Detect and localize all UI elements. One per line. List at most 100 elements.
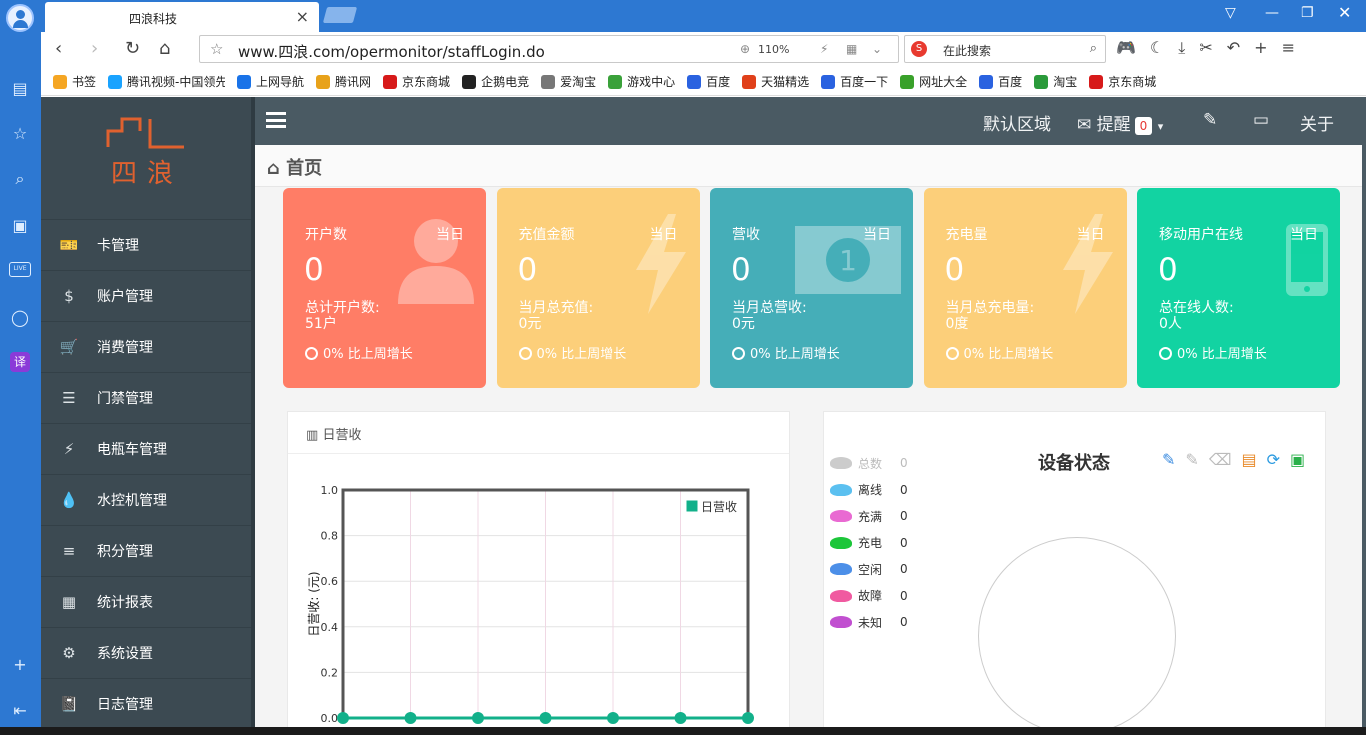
sidebar-item[interactable]: 💧 水控机管理: [41, 474, 255, 525]
sidebar-item-label: 账户管理: [97, 289, 153, 305]
search-engine-icon[interactable]: S: [911, 41, 927, 57]
data-view-icon[interactable]: ▤: [1241, 450, 1256, 469]
add-icon[interactable]: +: [8, 652, 32, 676]
bookmark-label: 网址大全: [919, 75, 968, 89]
legend-item[interactable]: 充电 0: [830, 530, 908, 557]
hamburger-menu-icon[interactable]: [266, 112, 286, 128]
new-tab-button[interactable]: [322, 7, 358, 23]
legend-item[interactable]: 空闲 0: [830, 556, 908, 583]
region-selector[interactable]: 默认区域: [983, 110, 1051, 135]
envelope-icon: ✉: [1077, 115, 1092, 135]
scissors-icon[interactable]: ✂: [1199, 38, 1212, 62]
bookmark-item[interactable]: 游戏中心: [608, 73, 675, 90]
home-icon[interactable]: ⌂: [159, 38, 170, 59]
stat-card[interactable]: 充电量 当日 0 当月总充电量: 0度 0% 比上周增长: [923, 188, 1127, 388]
bookmark-item[interactable]: 百度: [687, 73, 730, 90]
sidebar-item[interactable]: 📓 日志管理: [41, 678, 255, 729]
bookmark-item[interactable]: 京东商城: [383, 73, 450, 90]
bookmark-item[interactable]: 百度: [979, 73, 1022, 90]
bookmark-item[interactable]: 京东商城: [1089, 73, 1156, 90]
translate-icon[interactable]: 译: [10, 352, 30, 372]
news-icon[interactable]: ▤: [8, 76, 32, 100]
qr-icon[interactable]: ▦: [846, 42, 857, 56]
download-icon[interactable]: ⤓: [1178, 38, 1185, 62]
video-icon[interactable]: ▣: [8, 213, 32, 237]
search-icon[interactable]: ⌕: [1090, 41, 1097, 56]
night-mode-icon[interactable]: ☾: [1150, 38, 1164, 62]
legend-label: 空闲: [858, 562, 883, 577]
bookmark-item[interactable]: 企鹅电竞: [462, 73, 529, 90]
refresh-icon[interactable]: ⟳: [1267, 450, 1280, 469]
stat-card[interactable]: 开户数 当日 0 总计开户数: 51户 0% 比上周增长: [283, 188, 486, 388]
undo-icon[interactable]: ↶: [1227, 38, 1240, 62]
live-icon[interactable]: LIVE: [9, 262, 31, 277]
page-scrollbar[interactable]: [1362, 97, 1366, 735]
sidebar-item[interactable]: ☰ 门禁管理: [41, 372, 255, 423]
legend-item[interactable]: 未知 0: [830, 609, 908, 636]
zoom-icon[interactable]: ⊕: [740, 42, 750, 56]
game-icon[interactable]: 🎮: [1116, 38, 1136, 62]
bookmark-item[interactable]: 爱淘宝: [541, 73, 596, 90]
bookmark-item[interactable]: 腾讯网: [316, 73, 371, 90]
sidebar-item[interactable]: ⚙ 系统设置: [41, 627, 255, 678]
sidebar-item[interactable]: $ 账户管理: [41, 270, 255, 321]
about-link[interactable]: 关于: [1300, 110, 1334, 135]
reload-icon[interactable]: ↻: [125, 38, 140, 59]
sidebar-scrollbar[interactable]: [251, 97, 255, 735]
zoom-level[interactable]: 110%: [758, 43, 789, 56]
search-icon[interactable]: ⌕: [8, 167, 32, 191]
sidebar-item[interactable]: ⚡ 电瓶车管理: [41, 423, 255, 474]
sidebar-item[interactable]: ▦ 统计报表: [41, 576, 255, 627]
sidebar-item-label: 消费管理: [97, 340, 153, 356]
bookmark-item[interactable]: 百度一下: [821, 73, 888, 90]
search-box[interactable]: S 在此搜索 ⌕: [904, 35, 1106, 63]
menu-icon[interactable]: ≡: [1282, 38, 1295, 62]
stat-card[interactable]: 移动用户在线 当日 0 总在线人数: 0人 0% 比上周增长: [1137, 188, 1340, 388]
plus-icon[interactable]: +: [1254, 38, 1267, 62]
stat-card[interactable]: 1 营收 当日 0 当月总营收: 0元 0% 比上周增长: [710, 188, 913, 388]
collapse-icon[interactable]: ⇤: [8, 698, 32, 722]
user-avatar-icon[interactable]: [6, 4, 34, 32]
back-icon[interactable]: ‹: [55, 38, 62, 59]
bookmark-item[interactable]: 书签: [53, 73, 96, 90]
sidebar-item[interactable]: 🛒 消费管理: [41, 321, 255, 372]
legend-item[interactable]: 离线 0: [830, 477, 908, 504]
chevron-down-icon[interactable]: ⌄: [872, 42, 882, 56]
bookmark-item[interactable]: 腾讯视频-中国领先: [108, 73, 225, 90]
forward-icon[interactable]: ›: [91, 38, 98, 59]
bookmark-star-icon[interactable]: ☆: [210, 40, 223, 58]
edit-icon[interactable]: ✎: [1203, 110, 1217, 130]
stat-card[interactable]: 充值金额 当日 0 当月总充值: 0元 0% 比上周增长: [496, 188, 700, 388]
address-bar[interactable]: ☆ www.四浪.com/opermonitor/staffLogin.do ⊕…: [199, 35, 899, 63]
favorites-icon[interactable]: ☆: [8, 121, 32, 145]
card-period: 当日: [863, 227, 891, 243]
clear-icon[interactable]: ⌫: [1209, 450, 1232, 469]
monitor-icon[interactable]: ▭: [1253, 110, 1269, 130]
legend-item[interactable]: 总数 0: [830, 450, 908, 477]
card-total: 当月总充值: 0元: [519, 300, 679, 332]
legend-item[interactable]: 充满 0: [830, 503, 908, 530]
arrow-up-circle-icon: [945, 347, 959, 360]
remind-dropdown[interactable]: ✉ 提醒 0 ▾: [1077, 110, 1163, 135]
bookmark-item[interactable]: 淘宝: [1034, 73, 1077, 90]
sidebar-menu: 🎫 卡管理 $ 账户管理 🛒 消费管理 ☰ 门禁管理 ⚡ 电瓶车管理 💧 水控机管理 ≡ 积分管理 ▦ 统计报…: [41, 219, 255, 729]
legend-item[interactable]: 故障 0: [830, 583, 908, 610]
window-close-icon[interactable]: ✕: [1338, 3, 1351, 22]
bookmark-item[interactable]: 天猫精选: [742, 73, 809, 90]
save-image-icon[interactable]: ▣: [1290, 450, 1305, 469]
bookmark-item[interactable]: 上网导航: [237, 73, 304, 90]
zoom-reset-icon[interactable]: ✎: [1185, 450, 1198, 469]
data-zoom-icon[interactable]: ✎: [1162, 450, 1175, 469]
sidebar-item[interactable]: ≡ 积分管理: [41, 525, 255, 576]
sidebar-item[interactable]: 🎫 卡管理: [41, 219, 255, 270]
browser-tab[interactable]: 四浪科技 ×: [45, 2, 319, 32]
tab-close-icon[interactable]: ×: [296, 7, 309, 26]
speed-icon[interactable]: ⚡: [820, 42, 828, 56]
bookmark-item[interactable]: 网址大全: [900, 73, 967, 90]
restore-icon[interactable]: ❐: [1301, 5, 1314, 21]
sidebar-item-label: 电瓶车管理: [97, 442, 167, 458]
skin-icon[interactable]: ▽: [1225, 5, 1236, 21]
minimize-icon[interactable]: —: [1265, 5, 1279, 21]
chat-icon[interactable]: ◯: [8, 305, 32, 329]
breadcrumb-home[interactable]: ⌂ 首页: [267, 154, 322, 180]
